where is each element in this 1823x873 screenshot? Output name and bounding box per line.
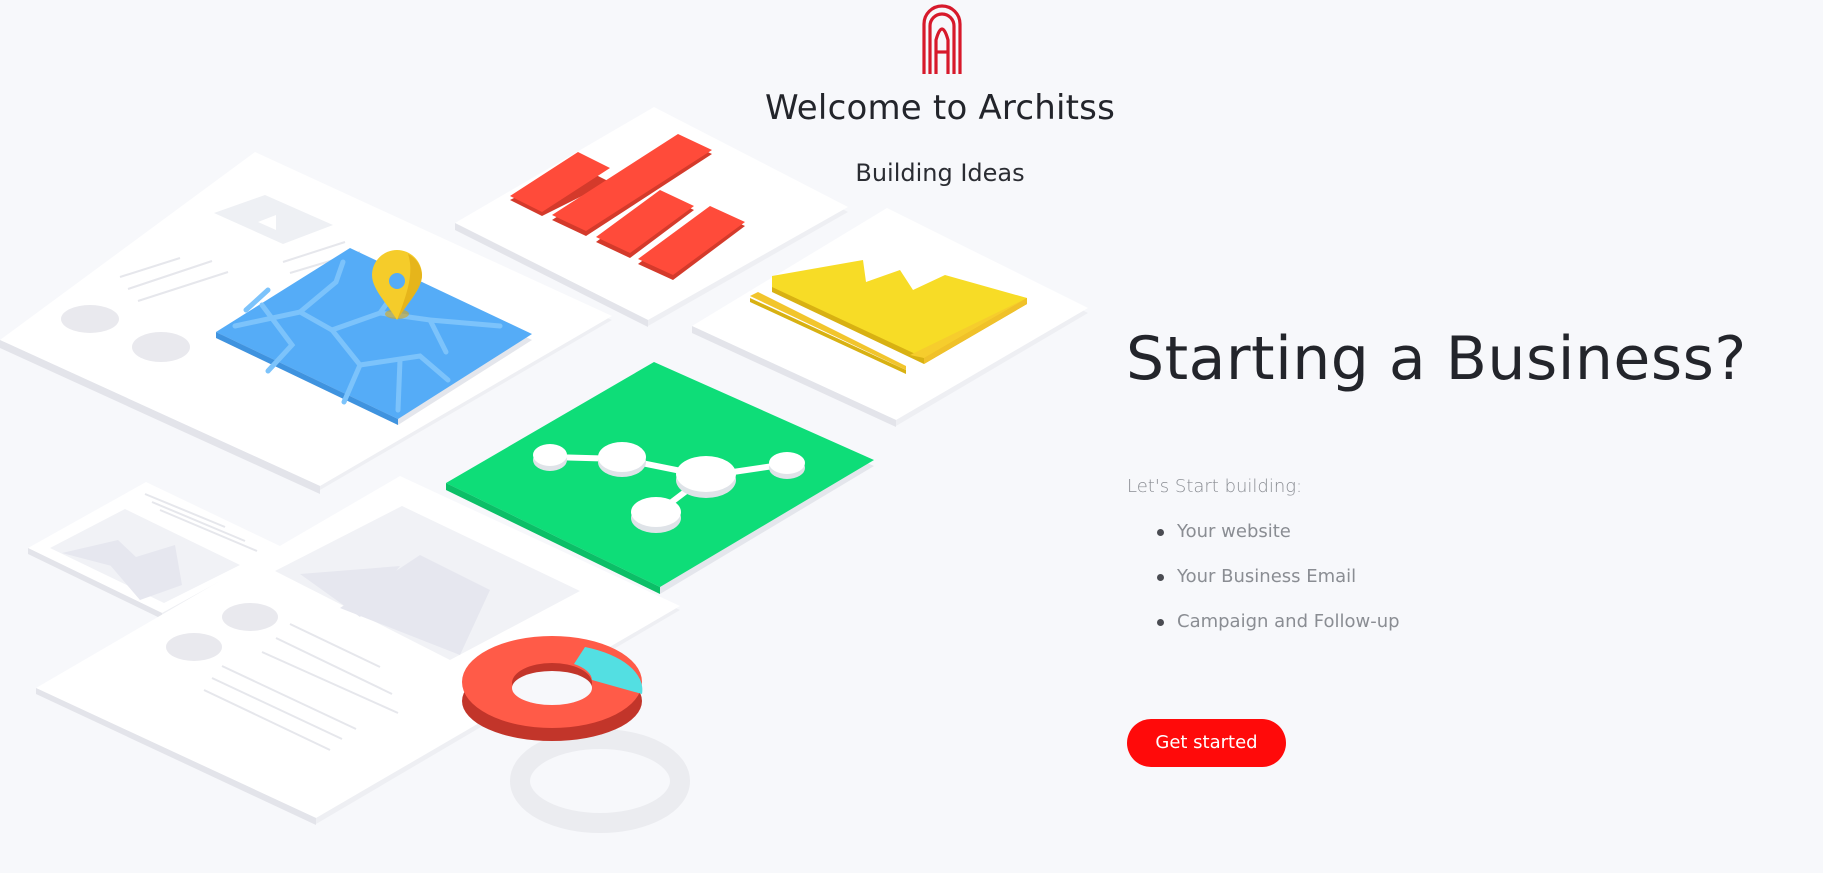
bullet-icon xyxy=(1157,574,1164,581)
hero-illustration xyxy=(0,107,1088,833)
bullet-icon xyxy=(1157,619,1164,626)
feature-campaign: Campaign and Follow-up xyxy=(1177,611,1400,632)
feature-website: Your website xyxy=(1177,521,1291,542)
landing-page: Welcome to Architss Building Ideas Start… xyxy=(0,0,1823,873)
donut-chart-graphic xyxy=(462,636,643,741)
list-item: Your Business Email xyxy=(1157,556,1400,601)
list-item: Campaign and Follow-up xyxy=(1157,601,1400,646)
hero-headline: Starting a Business? xyxy=(1126,324,1747,394)
feature-list: Your website Your Business Email Campaig… xyxy=(1157,511,1400,646)
bullet-icon xyxy=(1157,529,1164,536)
arch-a-logo-icon xyxy=(922,4,962,74)
list-item: Your website xyxy=(1157,511,1400,556)
intro-text: Let's Start building: xyxy=(1127,476,1303,497)
get-started-button[interactable]: Get started xyxy=(1127,719,1286,767)
feature-business-email: Your Business Email xyxy=(1177,566,1357,587)
